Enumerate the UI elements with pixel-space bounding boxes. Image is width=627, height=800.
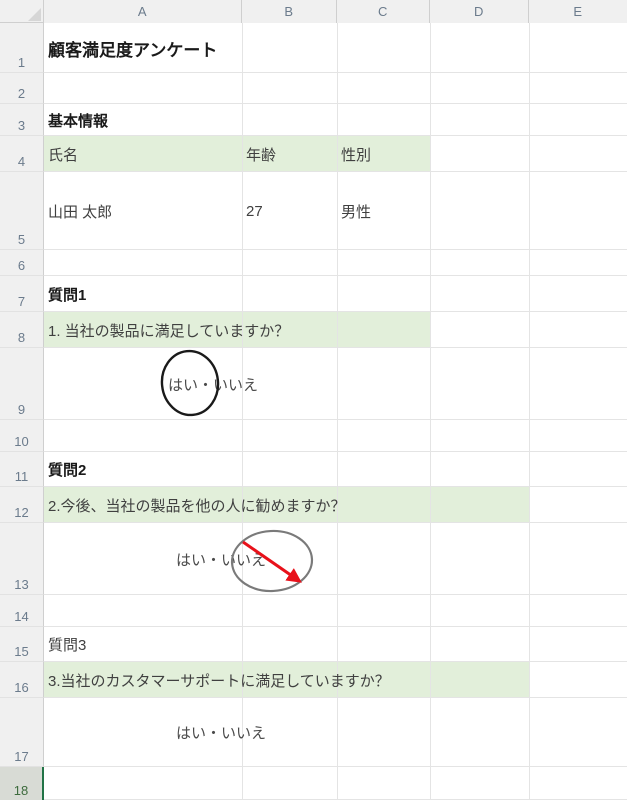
row-header-5-label: 5 — [17, 232, 26, 247]
row-header-16[interactable]: 16 — [0, 662, 44, 698]
column-header-e-label: E — [573, 4, 583, 19]
grid-row-7 — [44, 276, 627, 312]
column-header-c-label: C — [378, 4, 388, 19]
row-header-15-label: 15 — [14, 644, 29, 659]
row-header-10[interactable]: 10 — [0, 420, 44, 452]
row-header-7[interactable]: 7 — [0, 276, 44, 312]
cell-c4-header-gender[interactable]: 性別 — [341, 136, 371, 172]
row-header-16-label: 16 — [14, 680, 29, 695]
row-header-6-label: 6 — [17, 258, 26, 273]
row-header-9[interactable]: 9 — [0, 348, 44, 420]
row-header-12-label: 12 — [14, 505, 29, 520]
row-header-3[interactable]: 3 — [0, 104, 44, 136]
cell-a12-question2-text[interactable]: 2.今後、当社の製品を他の人に勧めますか？ — [48, 487, 346, 523]
row-header-5[interactable]: 5 — [0, 172, 44, 250]
cell-c5-value-gender[interactable]: 男性 — [341, 172, 371, 250]
row-header-11-label: 11 — [14, 469, 29, 484]
column-header-d-label: D — [474, 4, 484, 19]
cell-a7-question1-label[interactable]: 質問1 — [48, 276, 86, 312]
row-header-2-label: 2 — [17, 86, 26, 101]
grid-row-11 — [44, 452, 627, 487]
cell-a5-value-name[interactable]: 山田 太郎 — [48, 172, 112, 250]
cell-a1-title[interactable]: 顧客満足度アンケート — [48, 23, 217, 73]
cell-b4-header-age[interactable]: 年齢 — [246, 136, 276, 172]
row-header-17-label: 17 — [14, 749, 29, 764]
column-header-c[interactable]: C — [337, 0, 430, 23]
row-header-9-label: 9 — [17, 402, 26, 417]
row-header-1[interactable]: 1 — [0, 23, 44, 73]
grid-row-13 — [44, 523, 627, 595]
row-header-8[interactable]: 8 — [0, 312, 44, 348]
cell-a3-basic-info[interactable]: 基本情報 — [48, 104, 108, 136]
select-all-triangle-icon — [28, 8, 41, 21]
grid-row-5 — [44, 172, 627, 250]
row-header-15[interactable]: 15 — [0, 627, 44, 662]
cell-a11-question2-label[interactable]: 質問2 — [48, 452, 86, 487]
row-header-1-label: 1 — [17, 55, 26, 70]
column-header-d[interactable]: D — [430, 0, 529, 23]
row-header-14-label: 14 — [14, 609, 29, 624]
select-all-corner[interactable] — [0, 0, 44, 23]
row-header-13[interactable]: 13 — [0, 523, 44, 595]
cell-a9-question1-answer[interactable]: はい・いいえ — [168, 348, 258, 420]
row-header-14[interactable]: 14 — [0, 595, 44, 627]
spreadsheet-grid[interactable]: A B C D E 1 2 3 4 5 6 7 8 9 10 11 12 13 … — [0, 0, 627, 800]
row-header-7-label: 7 — [17, 294, 26, 309]
grid-col-line-c — [430, 23, 431, 800]
row-header-10-label: 10 — [14, 434, 29, 449]
column-header-b[interactable]: B — [242, 0, 337, 23]
grid-row-4 — [44, 136, 627, 172]
grid-row-14 — [44, 595, 627, 627]
grid-row-18 — [44, 767, 627, 800]
grid-row-2 — [44, 73, 627, 104]
row-header-18-label: 18 — [13, 783, 29, 798]
cell-a13-question2-answer[interactable]: はい・いいえ — [176, 523, 266, 595]
cell-a4-header-name[interactable]: 氏名 — [48, 136, 78, 172]
row-header-13-label: 13 — [14, 577, 29, 592]
row-header-11[interactable]: 11 — [0, 452, 44, 487]
row-header-3-label: 3 — [17, 118, 26, 133]
grid-row-9 — [44, 348, 627, 420]
row-header-2[interactable]: 2 — [0, 73, 44, 104]
row-header-17[interactable]: 17 — [0, 698, 44, 767]
cell-a15-question3-label[interactable]: 質問3 — [48, 627, 86, 662]
row-header-4[interactable]: 4 — [0, 136, 44, 172]
grid-row-10 — [44, 420, 627, 452]
grid-row-17 — [44, 698, 627, 767]
cell-a16-question3-text[interactable]: 3.当社のカスタマーサポートに満足していますか？ — [48, 662, 390, 698]
grid-row-3 — [44, 104, 627, 136]
grid-col-line-d — [529, 23, 530, 800]
row-header-4-label: 4 — [17, 154, 26, 169]
column-header-e[interactable]: E — [529, 0, 627, 23]
column-header-b-label: B — [284, 4, 294, 19]
grid-row-15 — [44, 627, 627, 662]
row-header-6[interactable]: 6 — [0, 250, 44, 276]
row-header-18[interactable]: 18 — [0, 767, 44, 800]
row-header-8-label: 8 — [17, 330, 26, 345]
column-header-a[interactable]: A — [44, 0, 242, 23]
row-header-12[interactable]: 12 — [0, 487, 44, 523]
column-header-a-label: A — [137, 4, 148, 19]
grid-row-6 — [44, 250, 627, 276]
cell-a17-question3-answer[interactable]: はい・いいえ — [176, 698, 266, 767]
cell-a8-question1-text[interactable]: 1. 当社の製品に満足していますか？ — [48, 312, 289, 348]
cell-b5-value-age[interactable]: 27 — [246, 172, 263, 250]
